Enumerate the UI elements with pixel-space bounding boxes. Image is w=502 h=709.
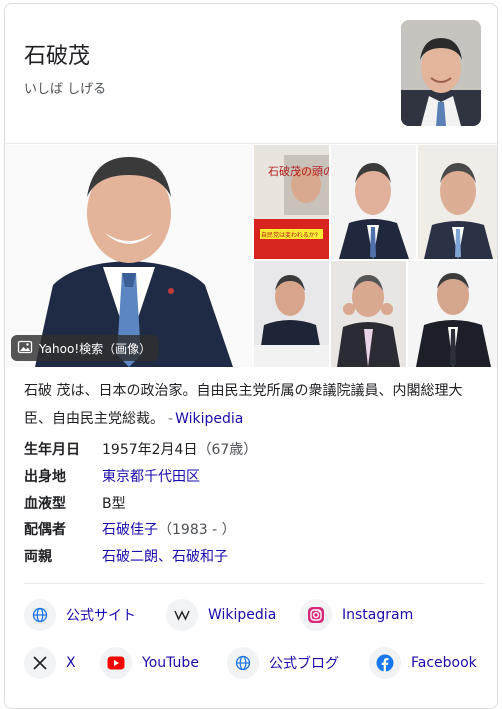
book-cover-image: 石破茂の頭の中 自民党は変われるか? — [254, 145, 329, 259]
portrait-image — [401, 20, 481, 126]
fact-link[interactable]: 東京都千代田区 — [102, 466, 200, 486]
image-icon — [17, 339, 33, 358]
fact-label: 出身地 — [24, 468, 66, 485]
header-thumbnail[interactable] — [401, 20, 481, 126]
fact-birthplace: 出身地 東京都千代田区 — [24, 463, 484, 489]
instagram-icon — [300, 599, 332, 631]
fact-value: 1957年2月4日 — [102, 442, 198, 458]
youtube-icon — [100, 647, 132, 679]
image-source-label: Yahoo!検索（画像） — [39, 341, 152, 356]
fact-period: （1983 - ） — [158, 522, 236, 539]
fact-label: 配偶者 — [24, 522, 66, 539]
portrait-image-large — [5, 145, 252, 367]
profile-label: 公式ブログ — [269, 656, 339, 672]
wikipedia-source-link[interactable]: Wikipedia — [175, 411, 243, 427]
fact-label: 生年月日 — [24, 442, 80, 458]
profile-official-blog[interactable]: 公式ブログ — [227, 645, 339, 681]
image-source-badge[interactable]: Yahoo!検索（画像） — [11, 335, 160, 361]
entity-title: 石破茂 — [24, 44, 91, 69]
image-grid: Yahoo!検索（画像） 石破茂の頭の中 自民党は変われるか? — [5, 145, 497, 367]
profile-x[interactable]: X — [24, 645, 76, 681]
image-portrait-2[interactable] — [331, 145, 416, 259]
panel-header: 石破茂 いしば しげる — [5, 4, 497, 144]
profile-label: Facebook — [411, 655, 477, 671]
profile-label: 公式サイト — [66, 608, 136, 624]
profile-official-site[interactable]: 公式サイト — [24, 597, 136, 633]
portrait-image — [331, 145, 416, 259]
fact-birthdate: 生年月日 1957年2月4日 （67歳） — [24, 436, 484, 462]
fact-label: 両親 — [24, 549, 52, 566]
entity-reading: いしば しげる — [24, 82, 107, 97]
book-cover-title: 石破茂の頭の中 — [268, 164, 329, 178]
fact-parents: 両親 石破二朗、石破和子 — [24, 543, 484, 569]
fact-label: 血液型 — [24, 495, 66, 512]
fact-blood-type: 血液型 B型 — [24, 490, 484, 516]
profile-label: X — [66, 655, 76, 671]
globe-icon — [227, 647, 259, 679]
fact-age: （67歳） — [197, 442, 258, 458]
knowledge-panel: 石破茂 いしば しげる Yahoo!検索（画像） 石破茂の頭 自民党は変われるか… — [4, 3, 498, 709]
description-dash: - — [168, 411, 174, 427]
globe-icon — [24, 599, 56, 631]
facts-list: 生年月日 1957年2月4日 （67歳） 出身地 東京都千代田区 血液型 B型 … — [24, 436, 484, 570]
portrait-image — [418, 145, 497, 259]
entity-description: 石破 茂は、日本の政治家。自由民主党所属の衆議院議員、内閣総理大臣、自由民主党総… — [24, 377, 484, 433]
profile-instagram[interactable]: Instagram — [300, 597, 413, 633]
portrait-image — [331, 261, 406, 367]
wikipedia-icon — [166, 599, 198, 631]
profile-wikipedia[interactable]: Wikipedia — [166, 597, 276, 633]
image-portrait-5[interactable] — [331, 261, 406, 367]
profile-label: Instagram — [342, 607, 414, 623]
main-image[interactable]: Yahoo!検索（画像） — [5, 145, 252, 367]
image-portrait-3[interactable] — [418, 145, 497, 259]
x-icon — [24, 647, 56, 679]
profile-label: Wikipedia — [208, 607, 277, 623]
profile-facebook[interactable]: Facebook — [369, 645, 477, 681]
divider — [24, 583, 484, 584]
portrait-image — [408, 261, 497, 367]
image-portrait-6[interactable] — [408, 261, 497, 367]
portrait-image — [254, 261, 329, 367]
image-portrait-4[interactable] — [254, 261, 329, 367]
fact-spouse: 配偶者 石破佳子 （1983 - ） — [24, 516, 484, 542]
fact-value: B型 — [102, 495, 126, 512]
profile-youtube[interactable]: YouTube — [100, 645, 199, 681]
image-book-cover[interactable]: 石破茂の頭の中 自民党は変われるか? — [254, 145, 329, 259]
fact-link[interactable]: 石破二朗、石破和子 — [102, 546, 228, 566]
facebook-icon — [369, 647, 401, 679]
book-cover-banner: 自民党は変われるか? — [261, 231, 318, 239]
profile-label: YouTube — [142, 655, 199, 671]
fact-link[interactable]: 石破佳子 — [102, 519, 158, 539]
